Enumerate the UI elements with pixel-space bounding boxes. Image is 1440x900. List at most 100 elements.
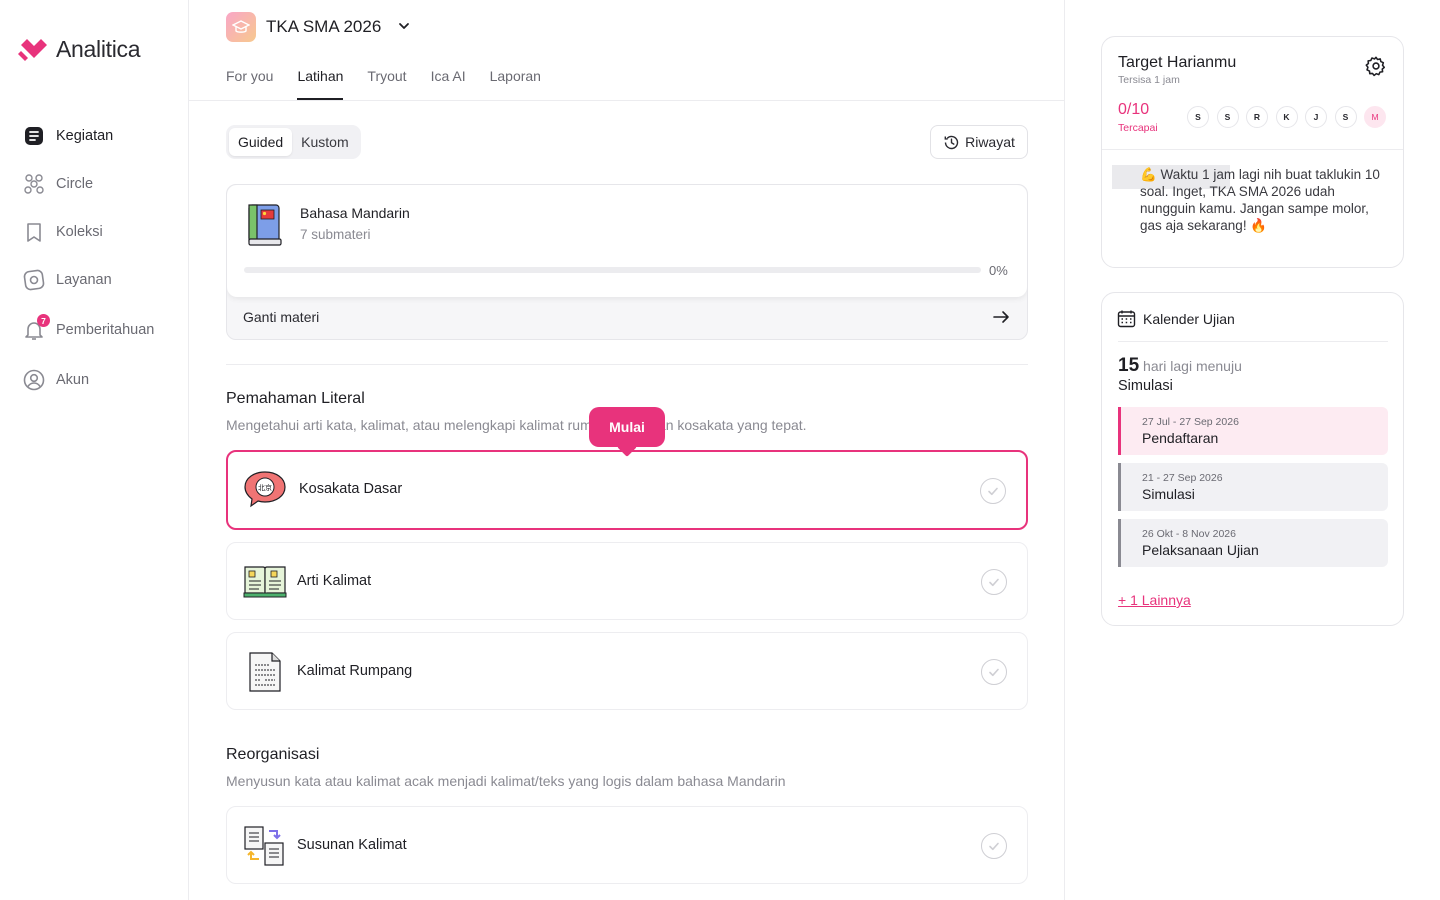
topic-name: Kalimat Rumpang [297, 663, 413, 679]
sidebar-item-label: Pemberitahuan [56, 322, 155, 338]
main-content: TKA SMA 2026 For you Latihan Tryout Ica … [189, 0, 1065, 900]
target-title: Target Harianmu [1118, 54, 1237, 71]
days-left-label: hari lagi menuju [1143, 358, 1242, 374]
ganti-materi-link[interactable]: Ganti materi [243, 309, 319, 325]
weekday-badge: R [1246, 106, 1268, 128]
days-left-number: 15 [1118, 355, 1140, 376]
mode-toggle: Guided Kustom [226, 125, 361, 159]
chinese-book-icon [247, 203, 283, 250]
arrow-right-icon[interactable] [991, 307, 1011, 330]
topic-name: Susunan Kalimat [297, 837, 407, 853]
target-divider [1102, 149, 1403, 150]
target-count: 0/10 [1118, 101, 1150, 118]
reorder-documents-icon [243, 825, 287, 870]
target-count-label: Tercapai [1118, 122, 1158, 134]
section-desc: Mengetahui arti kata, kalimat, atau mele… [226, 417, 807, 433]
subject-card: Bahasa Mandarin 7 submateri 0% Ganti mat… [226, 184, 1028, 340]
calendar-event[interactable]: 27 Jul - 27 Sep 2026 Pendaftaran [1118, 407, 1388, 455]
event-name: Simulasi [1142, 486, 1195, 502]
sidebar-item-kegiatan[interactable]: Kegiatan [22, 112, 154, 160]
weekday-badge: S [1187, 106, 1209, 128]
chevron-down-icon [397, 19, 411, 36]
gear-icon[interactable] [1365, 55, 1387, 80]
topic-arti-kalimat[interactable]: Arti Kalimat [226, 542, 1028, 620]
tab-ica-ai[interactable]: Ica AI [431, 62, 466, 100]
sidebar-nav: Kegiatan Circle Koleksi Layanan 7 Pember… [22, 112, 154, 404]
sidebar-item-label: Circle [56, 176, 94, 192]
check-circle-icon [980, 478, 1006, 504]
calendar-icon [1117, 310, 1136, 328]
event-date: 21 - 27 Sep 2026 [1142, 472, 1223, 484]
sidebar-item-label: Koleksi [56, 224, 103, 240]
riwayat-label: Riwayat [965, 134, 1015, 150]
tab-tryout[interactable]: Tryout [367, 62, 406, 100]
bell-icon: 7 [22, 314, 50, 342]
topic-kosakata-dasar[interactable]: 北京 Kosakata Dasar [226, 450, 1028, 530]
sidebar-item-label: Akun [56, 372, 90, 388]
sidebar-item-label: Layanan [56, 272, 112, 288]
weekday-badge: J [1305, 106, 1327, 128]
event-date: 27 Jul - 27 Sep 2026 [1142, 416, 1239, 428]
circle-group-icon [22, 172, 46, 196]
next-event-name: Simulasi [1118, 378, 1173, 394]
topic-kalimat-rumpang[interactable]: Kalimat Rumpang [226, 632, 1028, 710]
calendar-header: Kalender Ujian [1117, 309, 1235, 328]
sidebar-item-layanan[interactable]: Layanan [22, 256, 154, 304]
days-left-text: 15 hari lagi menuju [1118, 355, 1242, 377]
subject-submateri-count: 7 submateri [300, 227, 371, 242]
sidebar-item-circle[interactable]: Circle [22, 160, 154, 208]
speech-bubble-hanzi-icon: 北京 [243, 469, 287, 512]
analitica-logo-icon [18, 38, 47, 61]
more-events-link[interactable]: + 1 Lainnya [1118, 592, 1191, 608]
calendar-event[interactable]: 26 Okt - 8 Nov 2026 Pelaksanaan Ujian [1118, 519, 1388, 567]
weekday-badge: S [1334, 106, 1357, 128]
calendar-title: Kalender Ujian [1143, 310, 1235, 327]
exam-selector[interactable]: TKA SMA 2026 [226, 12, 411, 42]
riwayat-button[interactable]: Riwayat [930, 125, 1028, 159]
sidebar: Analitica Kegiatan Circle Koleksi Layana… [0, 0, 189, 900]
event-name: Pendaftaran [1142, 430, 1219, 446]
topic-name: Kosakata Dasar [299, 481, 403, 497]
calendar-event[interactable]: 21 - 27 Sep 2026 Simulasi [1118, 463, 1388, 511]
mulai-tooltip-button[interactable]: Mulai [589, 407, 665, 447]
weekday-badge-today: M [1364, 106, 1386, 128]
sidebar-item-pemberitahuan[interactable]: 7 Pemberitahuan [22, 304, 154, 356]
section-desc: Menyusun kata atau kalimat acak menjadi … [226, 773, 786, 789]
tab-latihan[interactable]: Latihan [297, 62, 344, 100]
sidebar-item-label: Kegiatan [56, 128, 114, 144]
weekday-badge: K [1275, 106, 1298, 128]
check-circle-icon [981, 659, 1007, 685]
topic-name: Arti Kalimat [297, 573, 372, 589]
weekday-tracker: S S R K J S M [1187, 106, 1386, 128]
target-message: 💪 Waktu 1 jam lagi nih buat taklukin 10 … [1140, 167, 1380, 233]
exam-title: TKA SMA 2026 [266, 17, 382, 36]
weekday-badge: S [1216, 106, 1239, 128]
subject-name: Bahasa Mandarin [300, 205, 410, 221]
document-icon [247, 651, 283, 696]
section-title: Reorganisasi [226, 746, 320, 763]
main-tabs: For you Latihan Tryout Ica AI Laporan [226, 62, 541, 100]
section-title: Pemahaman Literal [226, 390, 365, 407]
graduation-cap-icon [226, 12, 256, 42]
topic-susunan-kalimat[interactable]: Susunan Kalimat [226, 806, 1028, 884]
notification-badge: 7 [37, 314, 50, 327]
tabs-divider [189, 100, 1064, 101]
subject-info[interactable]: Bahasa Mandarin 7 submateri 0% [227, 185, 1027, 297]
user-icon [22, 368, 46, 392]
sidebar-item-koleksi[interactable]: Koleksi [22, 208, 154, 256]
subject-progress-text: 0% [989, 263, 1008, 278]
section-divider [226, 364, 1028, 365]
brand-logo[interactable]: Analitica [18, 36, 141, 63]
svg-text:北京: 北京 [258, 483, 272, 492]
open-book-icon [243, 561, 287, 604]
sidebar-item-akun[interactable]: Akun [22, 356, 154, 404]
tab-for-you[interactable]: For you [226, 62, 273, 100]
service-icon [22, 268, 46, 292]
calendar-divider [1118, 341, 1388, 342]
guided-button[interactable]: Guided [229, 128, 293, 156]
tab-laporan[interactable]: Laporan [490, 62, 541, 100]
check-circle-icon [981, 569, 1007, 595]
exam-calendar-card: Kalender Ujian 15 hari lagi menuju Simul… [1101, 292, 1404, 626]
kustom-button[interactable]: Kustom [292, 128, 357, 156]
history-icon [944, 135, 959, 149]
